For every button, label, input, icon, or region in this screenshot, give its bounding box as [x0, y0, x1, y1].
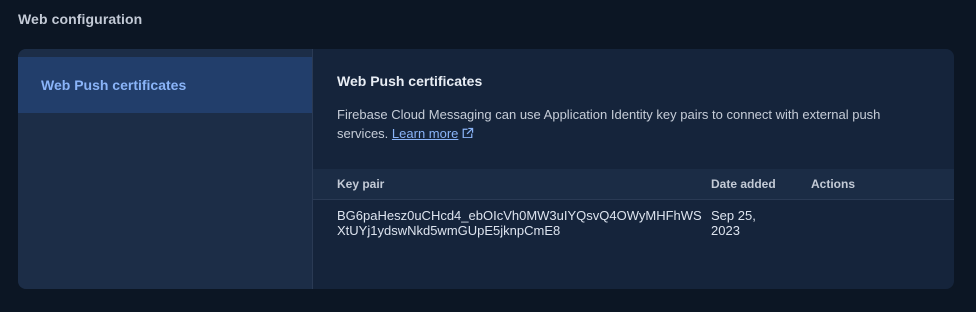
section-title: Web configuration: [18, 11, 143, 27]
panel-description: Firebase Cloud Messaging can use Applica…: [337, 105, 917, 143]
key-pair-table: Key pair Date added Actions BG6paHesz0uC…: [313, 169, 954, 260]
sidebar-item-label: Web Push certificates: [41, 77, 187, 93]
learn-more-link[interactable]: Learn more: [392, 126, 458, 141]
column-header-actions: Actions: [811, 177, 856, 191]
column-header-key-pair: Key pair: [337, 177, 385, 191]
sidebar: Web Push certificates: [18, 49, 313, 289]
column-header-date-added: Date added: [711, 177, 776, 191]
date-line-1: Sep 25,: [711, 208, 756, 223]
external-link-icon[interactable]: [461, 127, 474, 140]
table-header: Key pair Date added Actions: [313, 169, 954, 200]
web-config-card: Web Push certificates Web Push certifica…: [18, 49, 954, 289]
main-panel: Web Push certificates Firebase Cloud Mes…: [313, 49, 954, 289]
date-added-value: Sep 25, 2023: [711, 208, 781, 238]
sidebar-item-web-push-certificates[interactable]: Web Push certificates: [18, 57, 312, 113]
key-pair-line-2: XtUYj1ydswNkd5wmGUpE5jknpCmE8: [337, 223, 561, 238]
panel-title: Web Push certificates: [337, 73, 483, 89]
key-pair-line-1: BG6paHesz0uCHcd4_ebOIcVh0MW3uIYQsvQ4OWyM…: [337, 208, 702, 223]
key-pair-value[interactable]: BG6paHesz0uCHcd4_ebOIcVh0MW3uIYQsvQ4OWyM…: [337, 208, 711, 238]
date-line-2: 2023: [711, 223, 740, 238]
table-row: BG6paHesz0uCHcd4_ebOIcVh0MW3uIYQsvQ4OWyM…: [313, 200, 954, 260]
